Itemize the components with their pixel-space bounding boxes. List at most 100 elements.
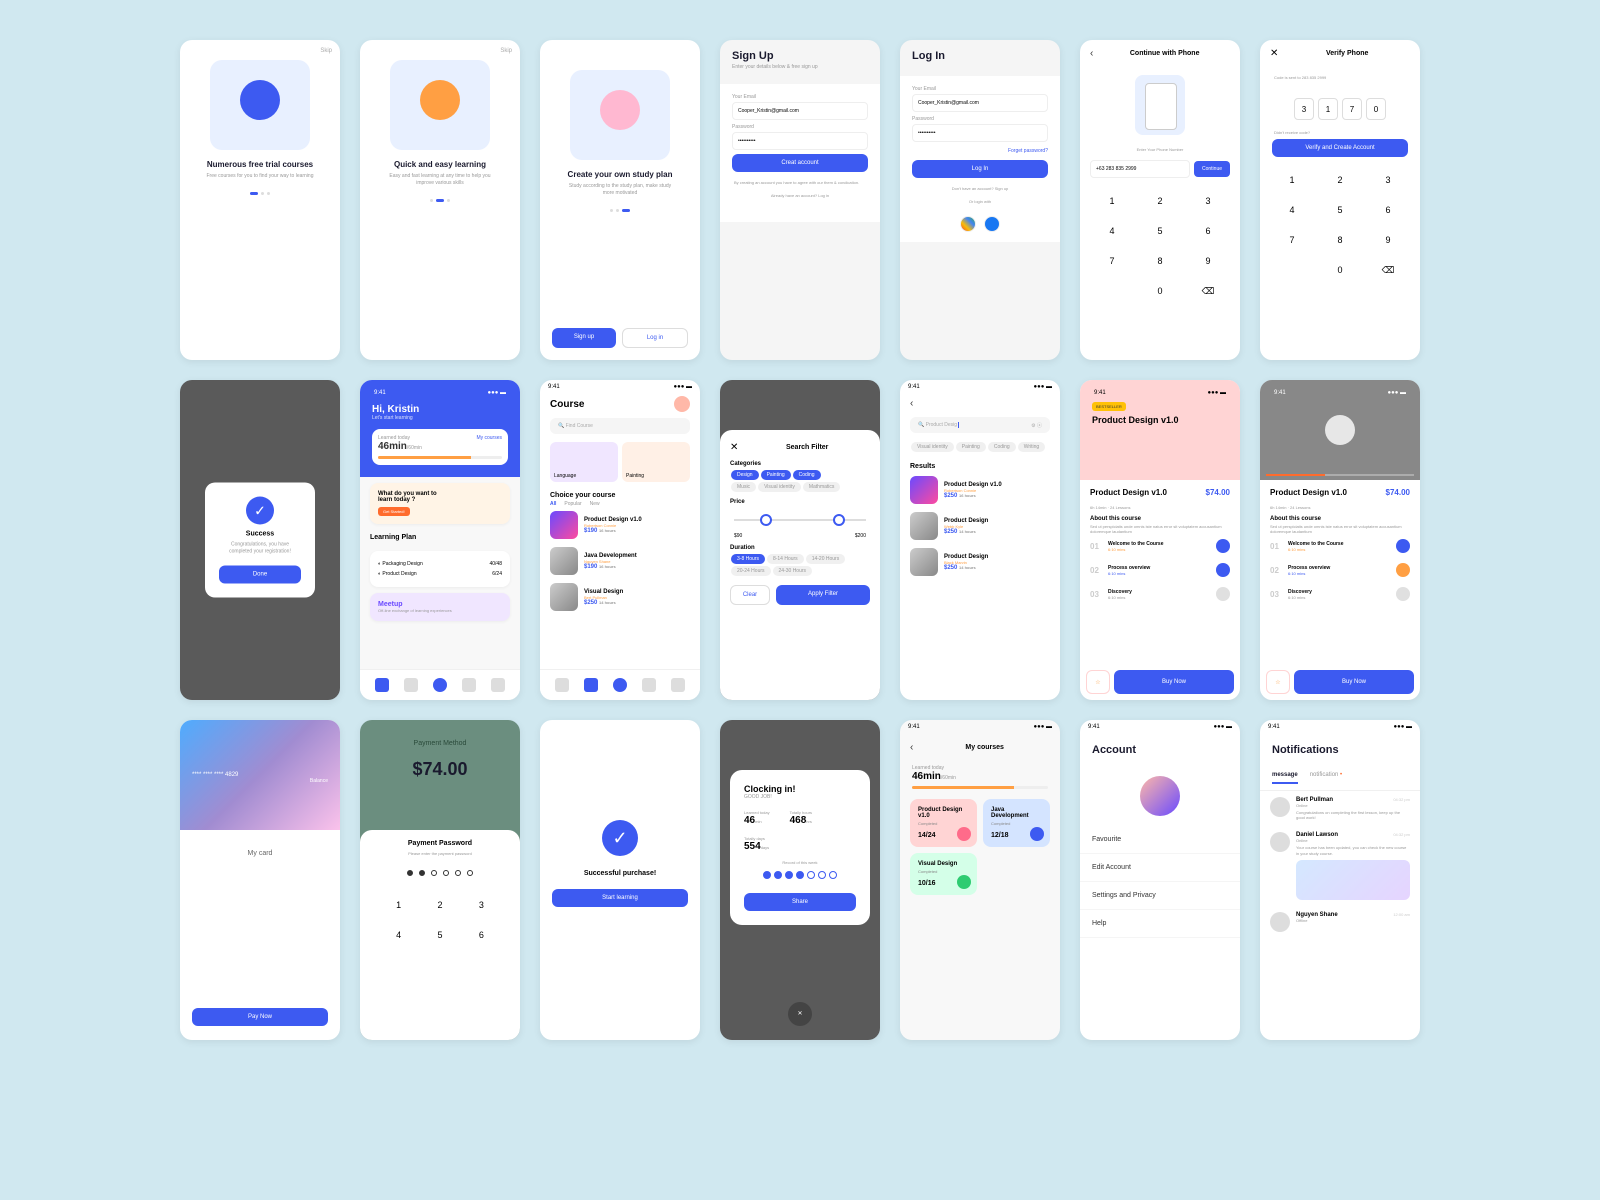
email-input[interactable] [732,102,868,120]
clear-button[interactable]: Clear [730,585,770,605]
video-player[interactable]: 9:41●●● ▬ [1260,380,1420,480]
play-icon[interactable] [1396,539,1410,553]
facebook-icon[interactable] [984,216,1000,232]
key-9[interactable]: 9 [1184,246,1232,276]
avatar[interactable] [1140,776,1180,816]
done-button[interactable]: Done [219,566,301,584]
close-icon[interactable]: ✕ [788,1002,812,1026]
menu-edit[interactable]: Edit Account [1080,854,1240,882]
password-input[interactable] [732,132,868,150]
create-account-button[interactable]: Creat account [732,154,868,172]
notification-item[interactable]: Bert Pullman04:32 pmOnlineCongratulation… [1260,791,1420,826]
otp-1[interactable]: 3 [1294,98,1314,120]
key-del[interactable]: ⌫ [1364,255,1412,286]
google-icon[interactable] [960,216,976,232]
menu-help[interactable]: Help [1080,910,1240,938]
key-9[interactable]: 9 [1364,225,1412,255]
key-6[interactable]: 6 [1184,216,1232,246]
pill-dur[interactable]: 8-14 Hours [767,554,804,564]
otp-3[interactable]: 7 [1342,98,1362,120]
category-painting[interactable]: Painting [622,442,690,482]
nav-message[interactable] [642,678,656,692]
key-2[interactable]: 2 [1316,165,1364,195]
nav-search[interactable] [433,678,447,692]
menu-settings[interactable]: Settings and Privacy [1080,882,1240,910]
key-del[interactable]: ⌫ [1184,276,1232,307]
lesson-item[interactable]: 01Welcome to the Course6:10 mins [1080,534,1240,558]
course-card[interactable]: Product Design v1.0Completed14/24 [910,799,977,847]
share-button[interactable]: Share [744,893,856,911]
already-link[interactable]: Already have an account? Log in [720,189,880,202]
search-input[interactable]: 🔍 Product Desig ⚙ ⓧ [910,417,1050,433]
lesson-item[interactable]: 03Discovery6:10 mins [1080,582,1240,606]
pill-painting[interactable]: Painting [761,470,791,480]
key-3[interactable]: 3 [461,890,502,920]
pill-dur[interactable]: 24-30 Hours [773,566,813,576]
skip[interactable]: Skip [320,48,332,54]
login-button[interactable]: Log in [622,328,688,348]
key-2[interactable]: 2 [419,890,460,920]
key-5[interactable]: 5 [1316,195,1364,225]
course-item[interactable]: Visual DesignBert Pullman$250 14 hours [540,579,700,615]
skip[interactable]: Skip [500,48,512,54]
back-icon[interactable]: ‹ [910,742,913,753]
key-4[interactable]: 4 [1268,195,1316,225]
phone-input[interactable]: +63 283 835 2999 [1090,160,1190,178]
key-7[interactable]: 7 [1088,246,1136,276]
chip[interactable]: Painting [956,442,986,452]
email-input[interactable] [912,94,1048,112]
notification-item[interactable]: Daniel Lawson04:32 pmOnlineYour course h… [1260,826,1420,905]
play-icon[interactable] [957,875,971,889]
favorite-button[interactable]: ☆ [1266,670,1290,694]
tab-new[interactable]: New [590,501,600,507]
pill-dur[interactable]: 3-8 Hours [731,554,765,564]
nav-account[interactable] [671,678,685,692]
notification-item[interactable]: Nguyen Shane12:00 amOffline [1260,906,1420,938]
play-icon[interactable] [1216,563,1230,577]
nav-message[interactable] [462,678,476,692]
nav-course[interactable] [584,678,598,692]
apply-button[interactable]: Apply Filter [776,585,870,605]
password-input[interactable] [912,124,1048,142]
lesson-item[interactable]: 03Discovery6:10 mins [1260,582,1420,606]
key-1[interactable]: 1 [1268,165,1316,195]
course-card[interactable]: Java DevelopmentCompleted12/18 [983,799,1050,847]
pill-coding[interactable]: Coding [793,470,821,480]
lesson-item[interactable]: 02Process overview6:10 mins [1080,558,1240,582]
key-4[interactable]: 4 [1088,216,1136,246]
key-6[interactable]: 6 [461,920,502,950]
promo-button[interactable]: Get Started! [378,507,410,516]
verify-button[interactable]: Verify and Create Account [1272,139,1408,157]
result-item[interactable]: Product DesignWebb Kyle$250 14 hours [900,508,1060,544]
key-1[interactable]: 1 [378,890,419,920]
back-icon[interactable]: ‹ [1090,48,1093,59]
pill-design[interactable]: Design [731,470,759,480]
result-item[interactable]: Product Design v1.0Robertson Connie$250 … [900,472,1060,508]
play-icon[interactable] [1030,827,1044,841]
pill-visual[interactable]: Visual identity [758,482,801,492]
result-item[interactable]: Product DesignBlack Marvin$250 14 hours [900,544,1060,580]
nav-search[interactable] [613,678,627,692]
my-courses-link[interactable]: My courses [476,435,502,441]
pill-dur[interactable]: 14-20 Hours [806,554,846,564]
favorite-button[interactable]: ☆ [1086,670,1110,694]
lesson-item[interactable]: 02Process overview6:10 mins [1260,558,1420,582]
pill-dur[interactable]: 20-24 Hours [731,566,771,576]
search-input[interactable]: 🔍 Find Course [550,418,690,434]
price-slider[interactable] [734,519,866,521]
close-icon[interactable]: ✕ [1270,48,1278,59]
key-8[interactable]: 8 [1136,246,1184,276]
chip[interactable]: Coding [988,442,1016,452]
signup-link[interactable]: Don't have an account? Sign up [900,182,1060,195]
otp-4[interactable]: 0 [1366,98,1386,120]
key-0[interactable]: 0 [1136,276,1184,307]
resend-link[interactable]: Didn't receive code? [1260,130,1420,135]
buy-button[interactable]: Buy Now [1294,670,1414,694]
tab-all[interactable]: All [550,501,556,507]
tab-notification[interactable]: notification • [1310,772,1342,784]
key-2[interactable]: 2 [1136,186,1184,216]
menu-favourite[interactable]: Favourite [1080,826,1240,854]
key-1[interactable]: 1 [1088,186,1136,216]
pause-icon[interactable] [1396,563,1410,577]
key-5[interactable]: 5 [1136,216,1184,246]
